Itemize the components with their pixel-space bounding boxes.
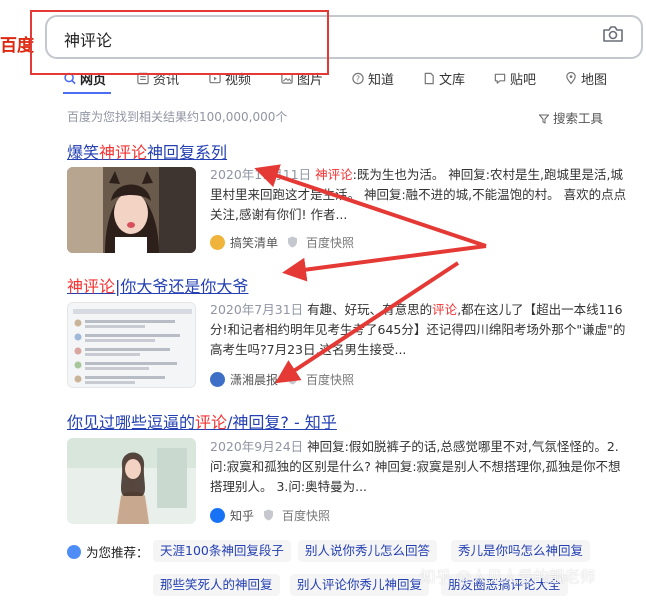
source-name[interactable]: 搞笑清单	[230, 234, 278, 251]
camera-icon[interactable]	[602, 25, 624, 43]
result-title-2[interactable]: 神评论|你大爷还是你大爷	[67, 273, 248, 297]
result-snippet-3: 2020年9月24日 神回复:假如脱裤子的话,总感觉哪里不对,气氛怪怪的。2.问…	[210, 437, 628, 497]
recommend-tag[interactable]: 那些笑死人的神回复	[153, 574, 280, 596]
result-snippet-2: 2020年7月31日 有趣、好玩、有意思的评论,都在这儿了【超出一本线116分!…	[210, 300, 628, 360]
tab-map[interactable]: 地图	[564, 66, 607, 90]
title-text: |你大爷还是你大爷	[115, 277, 249, 296]
title-text: 神回复系列	[147, 143, 228, 162]
snippet-highlight: 评论	[432, 302, 458, 317]
thumbnail-image	[67, 167, 196, 253]
tab-label: 地图	[581, 72, 608, 88]
thumbnail-image	[68, 303, 195, 387]
recommend-tag[interactable]: 天涯100条神回复段子	[153, 540, 291, 562]
result-count: 百度为您找到相关结果约100,000,000个	[67, 110, 288, 124]
recommend-tag[interactable]: 秀儿是你吗怎么神回复	[451, 540, 591, 562]
snapshot-link[interactable]: 百度快照	[306, 234, 354, 251]
recommend-tag[interactable]: 别人说你秀儿怎么回答	[298, 540, 438, 562]
baidu-logo[interactable]: 百度	[0, 31, 34, 56]
result-date: 2020年9月24日	[210, 439, 304, 454]
title-highlight: 神评论	[67, 277, 116, 296]
svg-text:?: ?	[356, 74, 360, 83]
shield-icon	[288, 236, 298, 248]
snippet-highlight: 神评论	[315, 167, 353, 182]
result-source-3: 知乎 百度快照	[210, 506, 330, 524]
tab-label: 贴吧	[510, 72, 537, 88]
result-thumbnail-3[interactable]	[67, 438, 196, 524]
snippet-text: 有趣、好玩、有意思的	[307, 302, 433, 317]
result-thumbnail-2[interactable]	[67, 302, 196, 388]
thumbnail-image	[67, 438, 196, 524]
forum-icon	[494, 73, 506, 84]
result-title-3[interactable]: 你见过哪些逗逼的评论/神回复? - 知乎	[67, 409, 337, 433]
tab-tieba[interactable]: 贴吧	[493, 66, 536, 90]
annotation-highlight-box	[30, 10, 329, 75]
result-title-1[interactable]: 爆笑神评论神回复系列	[67, 139, 227, 163]
title-text: 爆笑	[67, 143, 100, 162]
result-date: 2020年11月11日	[210, 167, 312, 182]
result-source-1: 搞笑清单 百度快照	[210, 233, 354, 251]
title-highlight: 评论	[195, 413, 228, 432]
title-text: /神回复? - 知乎	[227, 413, 337, 432]
title-highlight: 神评论	[99, 143, 148, 162]
watermark: 知乎 @人见人爱的靓老师	[420, 568, 596, 586]
search-tools-button[interactable]: 搜索工具	[538, 108, 603, 127]
tab-zhidao[interactable]: ? 知道	[351, 66, 394, 90]
result-source-2: 潇湘晨报 百度快照	[210, 370, 354, 388]
question-icon: ?	[352, 72, 364, 84]
source-name[interactable]: 潇湘晨报	[230, 371, 278, 388]
source-logo-icon	[210, 371, 225, 387]
zhihu-logo-icon	[210, 507, 225, 523]
tab-label: 文库	[439, 72, 466, 88]
result-date: 2020年7月31日	[210, 302, 304, 317]
recommend-label-text: 为您推荐：	[86, 545, 149, 560]
search-tools-label: 搜索工具	[552, 111, 603, 126]
tab-wenku[interactable]: 文库	[422, 66, 465, 90]
recommend-tag[interactable]: 别人评论你秀儿神回复	[290, 574, 430, 596]
recommend-icon	[67, 544, 81, 559]
snapshot-link[interactable]: 百度快照	[306, 371, 354, 388]
snapshot-link[interactable]: 百度快照	[282, 507, 330, 524]
map-icon	[566, 71, 576, 85]
doc-icon	[424, 72, 434, 84]
recommend-label: 为您推荐：	[67, 542, 149, 561]
title-text: 你见过哪些逗逼的	[67, 413, 196, 432]
active-tab-indicator	[63, 92, 111, 94]
shield-icon	[288, 373, 298, 385]
result-snippet-1: 2020年11月11日 神评论:既为生也为活。 神回复:农村是生,跑城里是活,城…	[210, 165, 628, 225]
source-logo-icon	[210, 234, 225, 250]
tab-label: 知道	[368, 72, 395, 88]
result-thumbnail-1[interactable]	[67, 167, 196, 253]
source-name[interactable]: 知乎	[230, 507, 254, 524]
filter-icon	[538, 114, 550, 124]
shield-icon	[264, 509, 274, 521]
